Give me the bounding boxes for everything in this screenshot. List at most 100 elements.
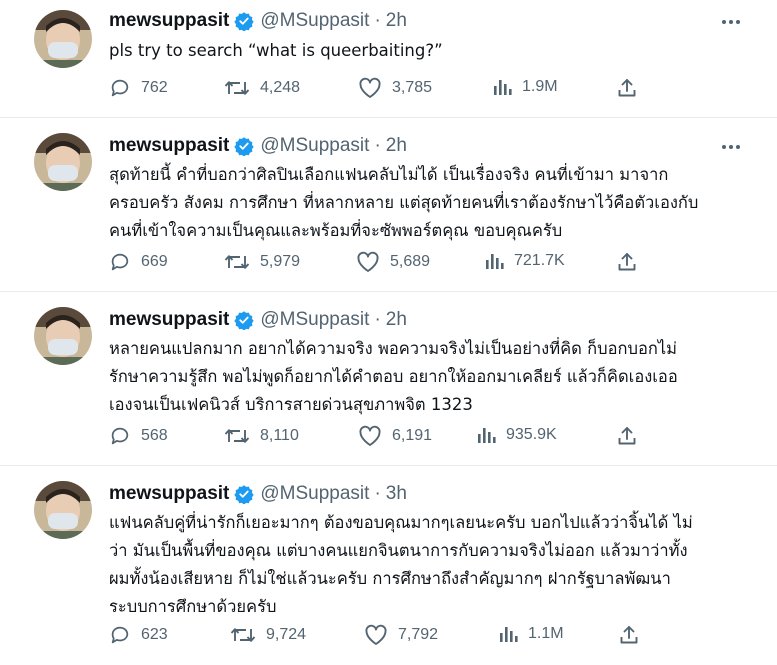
tweet-header: mewsuppasit @MSuppasit · 2h: [109, 308, 407, 332]
retweet-icon: [224, 255, 250, 269]
retweet-button[interactable]: 8,110: [224, 425, 299, 447]
user-handle[interactable]: @MSuppasit: [260, 10, 369, 32]
retweet-count: 8,110: [260, 427, 299, 444]
views-button[interactable]: 1.1M: [498, 624, 564, 644]
timestamp[interactable]: 2h: [386, 309, 407, 331]
avatar[interactable]: [34, 10, 92, 68]
share-icon: [618, 253, 636, 271]
tweet[interactable]: mewsuppasit @MSuppasit · 3h แฟนคลับคู่ที…: [0, 466, 777, 665]
verified-badge-icon: [234, 11, 255, 31]
views-icon: [486, 254, 504, 269]
tweet[interactable]: mewsuppasit @MSuppasit · 2h สุดท้ายนี้ ค…: [0, 118, 777, 292]
timestamp[interactable]: 3h: [386, 483, 407, 505]
action-bar: 762 4,248 3,785 1.9M: [0, 77, 777, 105]
reply-count: 623: [141, 626, 168, 643]
avatar[interactable]: [34, 481, 92, 539]
like-count: 5,689: [390, 253, 431, 270]
tweet-text-line: หลายคนแปลกมาก อยากได้ความจริง พอความจริง…: [109, 339, 678, 358]
tweet-text-line: ระบบการศึกษาด้วยครับ: [109, 597, 277, 616]
retweet-count: 5,979: [260, 253, 301, 270]
separator-dot: ·: [374, 483, 381, 504]
reply-button[interactable]: 568: [109, 425, 168, 447]
like-icon: [359, 425, 381, 446]
tweet-text: หลายคนแปลกมาก อยากได้ความจริง พอความจริง…: [109, 335, 745, 419]
views-count: 1.9M: [522, 78, 558, 95]
share-icon: [620, 626, 638, 644]
reply-count: 568: [141, 427, 168, 444]
views-count: 1.1M: [528, 625, 564, 642]
avatar[interactable]: [34, 307, 92, 365]
display-name[interactable]: mewsuppasit: [109, 309, 229, 331]
like-button[interactable]: 6,191: [358, 425, 432, 447]
tweet[interactable]: mewsuppasit @MSuppasit · 2h หลายคนแปลกมา…: [0, 292, 777, 466]
tweet-text: สุดท้ายนี้ คำที่บอกว่าศิลปินเลือกแฟนคลับ…: [109, 161, 745, 245]
tweet-text-line: ผมทั้งน้องเสียหาย ก็ไม่ใช่แล้วนะครับ การ…: [109, 569, 671, 588]
tweet[interactable]: mewsuppasit @MSuppasit · 2h pls try to s…: [0, 0, 777, 118]
share-button[interactable]: [616, 425, 638, 447]
views-button[interactable]: 1.9M: [492, 77, 558, 97]
retweet-icon: [224, 81, 250, 95]
tweet-text-line: pls try to search “what is queerbaiting?…: [109, 41, 443, 60]
views-icon: [500, 627, 518, 642]
reply-count: 762: [141, 79, 168, 96]
separator-dot: ·: [374, 10, 381, 31]
share-button[interactable]: [616, 77, 638, 99]
verified-badge-icon: [234, 136, 255, 156]
action-bar: 669 5,979 5,689 721.7K: [0, 251, 777, 279]
tweet-header: mewsuppasit @MSuppasit · 2h: [109, 9, 407, 33]
action-bar: 568 8,110 6,191 935.9K: [0, 425, 777, 453]
more-options-icon[interactable]: [719, 13, 743, 31]
tweet-text-line: ว่า มันเป็นพื้นที่ของคุณ แต่บางคนแยกจินต…: [109, 541, 688, 560]
tweet-text-line: เองจนเป็นเฟคนิวส์ บริการสายด่วนสุขภาพจิต…: [109, 395, 473, 414]
like-count: 6,191: [392, 427, 433, 444]
tweet-text-line: คนที่เข้าใจความเป็นคุณและพร้อมที่จะซัพพอ…: [109, 221, 563, 240]
like-icon: [357, 251, 379, 272]
tweet-text: pls try to search “what is queerbaiting?…: [109, 37, 745, 65]
reply-button[interactable]: 623: [109, 624, 168, 646]
display-name[interactable]: mewsuppasit: [109, 135, 229, 157]
views-icon: [494, 80, 512, 95]
retweet-icon: [230, 628, 256, 642]
share-icon: [618, 79, 636, 97]
reply-button[interactable]: 762: [109, 77, 168, 99]
verified-badge-icon: [234, 484, 255, 504]
views-count: 721.7K: [514, 252, 565, 269]
separator-dot: ·: [374, 309, 381, 330]
display-name[interactable]: mewsuppasit: [109, 483, 229, 505]
user-handle[interactable]: @MSuppasit: [260, 135, 369, 157]
more-options-icon[interactable]: [719, 138, 743, 156]
tweet-header: mewsuppasit @MSuppasit · 3h: [109, 482, 407, 506]
retweet-button[interactable]: 4,248: [224, 77, 300, 99]
timestamp[interactable]: 2h: [386, 135, 407, 157]
display-name[interactable]: mewsuppasit: [109, 10, 229, 32]
user-handle[interactable]: @MSuppasit: [260, 309, 369, 331]
like-count: 3,785: [392, 79, 433, 96]
views-button[interactable]: 935.9K: [476, 425, 557, 445]
share-icon: [618, 427, 636, 445]
retweet-count: 4,248: [260, 79, 301, 96]
like-icon: [365, 624, 387, 645]
views-button[interactable]: 721.7K: [484, 251, 565, 271]
timestamp[interactable]: 2h: [386, 10, 407, 32]
tweet-text-line: รักษาความรู้สึก พอไม่พูดก็อยากได้คำตอบ อ…: [109, 367, 678, 386]
reply-button[interactable]: 669: [109, 251, 168, 273]
retweet-button[interactable]: 9,724: [230, 624, 306, 646]
share-button[interactable]: [616, 251, 638, 273]
tweet-text-line: แฟนคลับคู่ที่น่ารักก็เยอะมากๆ ต้องขอบคุณ…: [109, 513, 693, 532]
views-icon: [478, 428, 496, 443]
like-button[interactable]: 5,689: [356, 251, 430, 273]
like-button[interactable]: 7,792: [364, 624, 438, 646]
verified-badge-icon: [234, 310, 255, 330]
reply-icon: [111, 427, 129, 445]
tweet-text-line: ครอบครัว สังคม การศึกษา ที่หลากหลาย แต่ส…: [109, 193, 699, 212]
reply-icon: [111, 253, 129, 271]
retweet-button[interactable]: 5,979: [224, 251, 300, 273]
tweet-text-line: สุดท้ายนี้ คำที่บอกว่าศิลปินเลือกแฟนคลับ…: [109, 165, 669, 184]
tweet-text: แฟนคลับคู่ที่น่ารักก็เยอะมากๆ ต้องขอบคุณ…: [109, 509, 745, 621]
like-button[interactable]: 3,785: [358, 77, 432, 99]
reply-icon: [111, 626, 129, 644]
like-count: 7,792: [398, 626, 439, 643]
share-button[interactable]: [618, 624, 640, 646]
avatar[interactable]: [34, 133, 92, 191]
user-handle[interactable]: @MSuppasit: [260, 483, 369, 505]
